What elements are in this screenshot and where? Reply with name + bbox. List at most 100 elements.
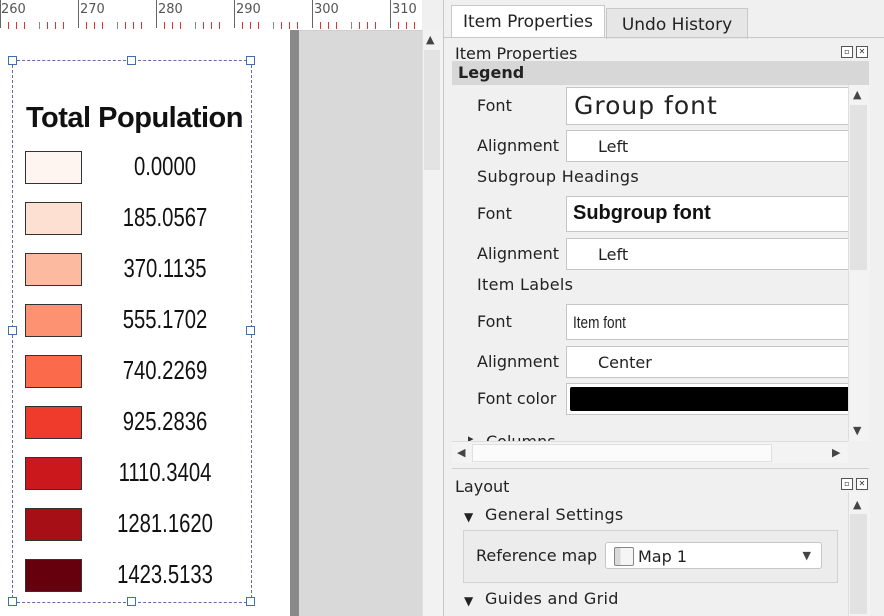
- horizontal-ruler: 260 270 280 290 300 310: [0, 0, 422, 31]
- ruler-tick: [117, 22, 118, 29]
- legend-label: 740.2269: [122, 355, 208, 385]
- subgroup-headings-heading: Subgroup Headings: [477, 167, 640, 186]
- close-panel-icon[interactable]: ✕: [856, 46, 868, 58]
- float-panel-icon[interactable]: ▫: [841, 46, 853, 58]
- ruler-tick: [195, 22, 196, 29]
- item-alignment-value: Center: [598, 353, 652, 372]
- font-color-swatch: [570, 387, 852, 411]
- reference-map-value: Map 1: [638, 547, 688, 566]
- resize-handle[interactable]: [8, 326, 17, 335]
- ruler-label: 290: [236, 2, 261, 17]
- collapse-triangle-icon[interactable]: ▼: [464, 594, 473, 608]
- group-alignment-select[interactable]: Left: [566, 130, 856, 162]
- font-color-button[interactable]: [566, 383, 856, 415]
- group-alignment-label: Alignment: [477, 136, 559, 155]
- ruler-label: 260: [1, 2, 26, 17]
- ruler-marker: [24, 22, 25, 29]
- legend-label: 555.1702: [122, 304, 208, 334]
- resize-handle[interactable]: [127, 597, 136, 606]
- scroll-right-icon[interactable]: ▶: [832, 446, 840, 459]
- canvas-scrollbar-thumb[interactable]: [424, 50, 440, 170]
- expand-triangle-icon[interactable]: ▸: [468, 432, 474, 441]
- ruler-label: 310: [392, 2, 417, 17]
- ruler-marker: [211, 22, 212, 29]
- columns-heading[interactable]: Columns: [486, 432, 556, 441]
- legend-label: 1281.1620: [117, 508, 213, 538]
- subgroup-alignment-select[interactable]: Left: [566, 238, 856, 270]
- group-font-button[interactable]: Group font: [566, 87, 856, 125]
- legend-swatch: [25, 406, 82, 439]
- reference-map-select[interactable]: Map 1 ▼: [605, 542, 822, 569]
- map-icon: [614, 547, 634, 566]
- tab-undo-history[interactable]: Undo History: [606, 8, 748, 39]
- ruler-tick: [156, 0, 157, 28]
- page-shadow: [290, 30, 299, 616]
- ruler-marker: [367, 22, 368, 29]
- guides-and-grid-heading[interactable]: Guides and Grid: [485, 589, 619, 608]
- collapse-triangle-icon[interactable]: ▼: [464, 510, 473, 524]
- ruler-marker: [63, 22, 64, 29]
- legend-swatch: [25, 508, 82, 541]
- legend-label: 1110.3404: [118, 457, 212, 487]
- properties-scrollbar-thumb[interactable]: [850, 105, 867, 270]
- legend-label: 1423.5133: [117, 559, 213, 589]
- ruler-marker: [375, 22, 376, 29]
- chevron-down-icon[interactable]: ▼: [803, 549, 811, 562]
- ruler-marker: [359, 22, 360, 29]
- ruler-marker: [250, 22, 251, 29]
- tab-item-properties[interactable]: Item Properties: [451, 5, 605, 38]
- ruler-marker: [172, 22, 173, 29]
- resize-handle[interactable]: [127, 56, 136, 65]
- legend-section-header[interactable]: Legend: [452, 61, 869, 85]
- legend-label: 0.0000: [133, 151, 197, 181]
- group-alignment-value: Left: [598, 137, 629, 156]
- resize-handle[interactable]: [246, 326, 255, 335]
- dock-splitter[interactable]: [452, 468, 869, 469]
- ruler-marker: [47, 22, 48, 29]
- ruler-tick: [78, 0, 79, 28]
- resize-handle[interactable]: [246, 56, 255, 65]
- close-panel-icon[interactable]: ✕: [856, 478, 868, 490]
- item-alignment-label: Alignment: [477, 352, 559, 371]
- item-font-button[interactable]: Item font: [566, 304, 856, 340]
- ruler-marker: [320, 22, 321, 29]
- ruler-marker: [141, 22, 142, 29]
- ruler-tick: [351, 22, 352, 29]
- ruler-tick: [390, 0, 391, 28]
- columns-section-clip: ▸ Columns: [466, 422, 846, 441]
- layout-panel-title: Layout: [455, 477, 510, 496]
- subgroup-font-button[interactable]: Subgroup font: [566, 196, 856, 232]
- ruler-marker: [398, 22, 399, 29]
- scroll-up-icon[interactable]: ▲: [853, 88, 861, 101]
- scroll-up-icon[interactable]: ▲: [853, 498, 861, 511]
- canvas-scroll-up-icon[interactable]: ▲: [426, 33, 434, 46]
- ruler-marker: [336, 22, 337, 29]
- legend-swatch: [25, 457, 82, 490]
- ruler-label: 270: [80, 2, 105, 17]
- legend-swatch: [25, 559, 82, 592]
- subgroup-font-value: Subgroup font: [573, 202, 711, 224]
- float-panel-icon[interactable]: ▫: [841, 478, 853, 490]
- ruler-marker: [180, 22, 181, 29]
- general-settings-heading[interactable]: General Settings: [485, 505, 624, 524]
- legend-label: 370.1135: [123, 253, 207, 283]
- properties-hscroll-thumb[interactable]: [472, 444, 772, 462]
- scroll-left-icon[interactable]: ◀: [457, 446, 465, 459]
- subgroup-font-label: Font: [477, 204, 512, 223]
- ruler-marker: [8, 22, 9, 29]
- legend-title: Total Population: [26, 102, 244, 134]
- ruler-marker: [16, 22, 17, 29]
- reference-map-label: Reference map: [476, 546, 598, 565]
- layout-scrollbar-thumb[interactable]: [850, 514, 867, 614]
- item-alignment-select[interactable]: Center: [566, 346, 856, 378]
- resize-handle[interactable]: [246, 597, 255, 606]
- legend-swatch: [25, 304, 82, 337]
- ruler-marker: [289, 22, 290, 29]
- ruler-marker: [55, 22, 56, 29]
- ruler-tick: [234, 0, 235, 28]
- resize-handle[interactable]: [8, 56, 17, 65]
- ruler-label: 280: [158, 2, 183, 17]
- scroll-down-icon[interactable]: ▼: [853, 424, 861, 437]
- ruler-marker: [281, 22, 282, 29]
- resize-handle[interactable]: [8, 597, 17, 606]
